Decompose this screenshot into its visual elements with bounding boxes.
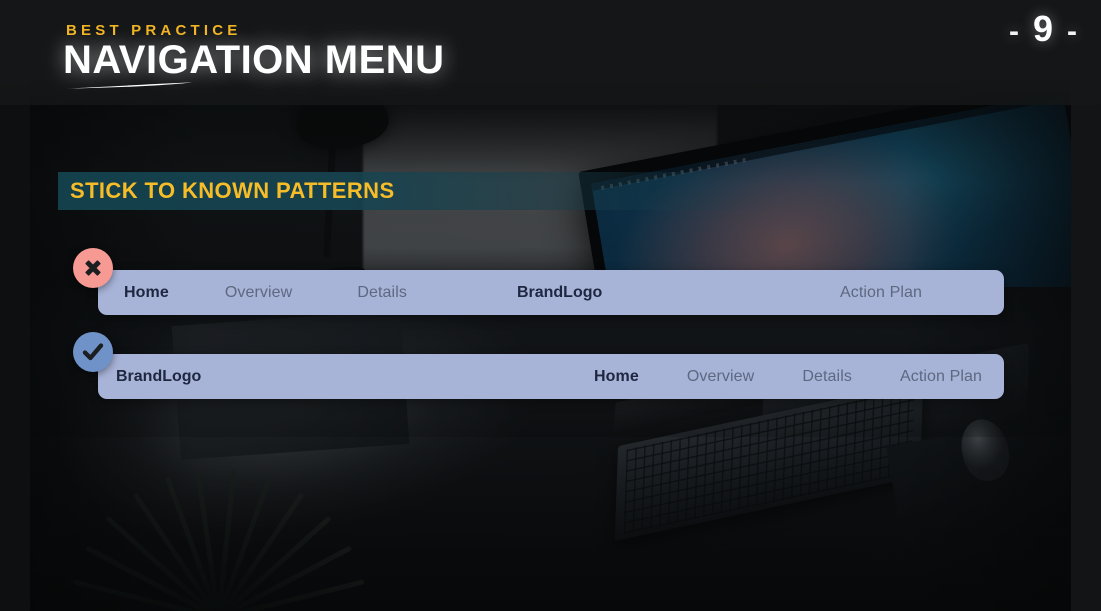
check-mark-icon [73,332,113,372]
brand-logo-bad[interactable]: BrandLogo [517,284,602,302]
slide-kicker: BEST PRACTICE [66,22,242,39]
page-number-dash-left: - [1008,15,1021,48]
nav-item-action-plan[interactable]: Action Plan [840,284,922,302]
x-mark-icon [73,248,113,288]
section-banner: STICK TO KNOWN PATTERNS [58,172,778,210]
section-banner-title: STICK TO KNOWN PATTERNS [70,178,395,203]
good-example-group: BrandLogo Home Overview Details Action P… [73,332,1004,399]
slide-root: BEST PRACTICE NAVIGATION MENU - 9 - STIC… [0,0,1101,611]
navbar-bad[interactable]: Home Overview Details BrandLogo Action P… [98,270,1004,315]
page-title: NAVIGATION MENU [63,38,445,82]
nav-item-overview-good[interactable]: Overview [687,368,754,386]
navbar-good[interactable]: BrandLogo Home Overview Details Action P… [98,354,1004,399]
page-number: - 9 - [1009,8,1079,50]
title-underline-stroke [65,82,192,89]
nav-item-home[interactable]: Home [124,284,169,302]
page-number-dash-right: - [1067,15,1079,48]
nav-item-details-good[interactable]: Details [802,368,852,386]
nav-item-action-plan-good[interactable]: Action Plan [900,368,982,386]
nav-item-details[interactable]: Details [357,284,407,302]
page-number-value: 9 [1032,8,1055,49]
nav-item-home-good[interactable]: Home [594,368,639,386]
nav-item-overview[interactable]: Overview [225,284,292,302]
bad-example-group: Home Overview Details BrandLogo Action P… [73,248,1004,315]
brand-logo-good[interactable]: BrandLogo [116,368,201,386]
